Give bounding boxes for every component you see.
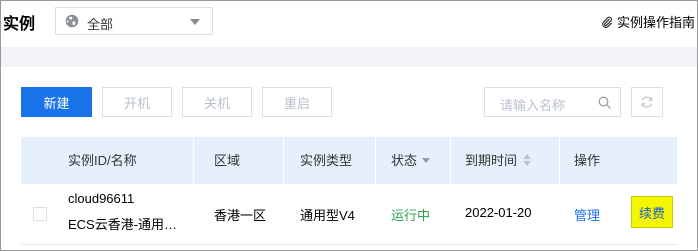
column-header-status[interactable]: 状态 [391,137,431,184]
power-off-button[interactable]: 关机 [182,87,252,117]
region-select[interactable]: 全部 [55,7,213,35]
status-badge: 运行中 [391,208,431,223]
page-header: 实例 全部 实例操作指南 [1,1,697,47]
refresh-button[interactable] [631,87,663,117]
create-button[interactable]: 新建 [21,87,92,117]
instance-panel: 新建 开机 关机 重启 请输入名称 实例ID/名称 区域 实例类型 状态 到期时… [1,67,697,250]
page-title: 实例 [3,16,36,33]
instance-region: 香港一区 [214,208,267,223]
table-header: 实例ID/名称 区域 实例类型 状态 到期时间 操作 [21,137,677,184]
instance-guide-label: 实例操作指南 [616,15,695,30]
globe-icon [65,14,79,28]
search-input[interactable]: 请输入名称 [484,87,621,117]
power-on-button[interactable]: 开机 [102,87,172,117]
refresh-icon [641,96,653,108]
column-header-id-name: 实例ID/名称 [68,153,137,168]
section-gap [1,47,697,67]
instance-table: 实例ID/名称 区域 实例类型 状态 到期时间 操作 cloud96611 EC… [21,137,677,245]
region-select-value: 全部 [87,17,114,32]
instance-guide-link[interactable]: 实例操作指南 [601,12,695,31]
column-divider [559,137,560,184]
filter-caret-icon[interactable] [422,158,431,163]
instance-id: cloud96611 [68,191,135,206]
column-divider [450,137,451,184]
expiry-date: 2022-01-20 [465,205,532,220]
chevron-down-icon [190,19,200,25]
reboot-button[interactable]: 重启 [262,87,332,117]
column-header-expiry[interactable]: 到期时间 [465,137,532,184]
renew-button[interactable]: 续费 [631,196,673,228]
search-icon[interactable] [598,96,611,109]
instance-console: 实例 全部 实例操作指南 新建 开机 关机 重启 请输入名称 实例ID/名称 区… [0,0,698,251]
manage-link[interactable]: 管理 [574,205,600,224]
sort-icon[interactable] [523,154,532,166]
column-header-actions: 操作 [574,153,601,168]
column-divider [193,137,194,184]
paperclip-icon [602,16,613,28]
column-header-type: 实例类型 [300,153,353,168]
table-row: cloud96611 ECS云香港-通用… 香港一区 通用型V4 运行中 202… [21,184,677,245]
column-header-region: 区域 [214,153,241,168]
row-checkbox[interactable] [33,207,47,221]
column-header-expiry-label: 到期时间 [465,153,518,168]
column-divider [375,137,376,184]
instance-type: 通用型V4 [300,208,355,223]
instance-name: ECS云香港-通用… [68,217,178,232]
column-header-status-label: 状态 [391,153,418,168]
search-placeholder: 请输入名称 [500,98,566,113]
column-divider [283,137,284,184]
